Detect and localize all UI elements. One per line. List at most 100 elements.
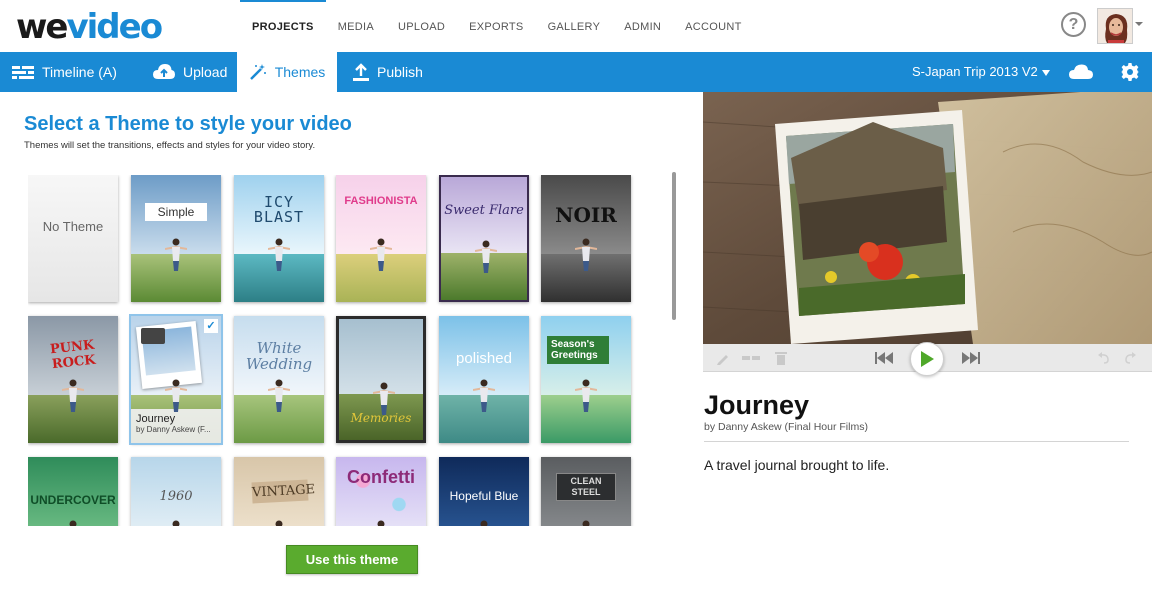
figure-silhouette-icon: [377, 520, 385, 526]
figure-silhouette-icon: [370, 238, 392, 271]
theme-tile-vintage[interactable]: VINTAGE: [234, 457, 324, 526]
figure-silhouette-icon: [575, 379, 597, 412]
theme-tile-journey[interactable]: ✓ Journey by Danny Askew (F...: [129, 314, 223, 445]
project-title: S-Japan Trip 2013 V2: [912, 64, 1038, 79]
theme-tile-hopeful-blue[interactable]: Hopeful Blue: [439, 457, 529, 526]
themes-heading: Select a Theme to style your video: [24, 113, 352, 135]
timeline-icon: [12, 66, 34, 79]
theme-label: VINTAGE: [251, 479, 315, 504]
theme-label: CLEAN STEEL: [556, 473, 616, 501]
nav-media[interactable]: MEDIA: [326, 0, 386, 52]
figure-silhouette-icon: [275, 520, 283, 526]
theme-tile-clean-steel[interactable]: CLEAN STEEL: [541, 457, 631, 526]
figure-silhouette-icon: [475, 240, 497, 273]
themes-tab[interactable]: Themes: [237, 52, 337, 92]
play-button[interactable]: [910, 342, 944, 376]
undo-icon[interactable]: [1095, 344, 1113, 372]
figure-silhouette-icon: [473, 379, 495, 412]
chevron-down-icon: [1041, 69, 1050, 76]
themes-subheading: Themes will set the transitions, effects…: [24, 140, 316, 151]
figure-silhouette-icon: [69, 520, 77, 526]
publish-upload-icon: [353, 63, 369, 81]
nav-projects[interactable]: PROJECTS: [240, 0, 326, 52]
selected-theme-title: Journey: [704, 390, 810, 420]
theme-label: Sweet Flare: [444, 203, 524, 218]
theme-label: ICY BLAST: [253, 193, 305, 226]
theme-tile-noir[interactable]: NOIR: [541, 175, 631, 302]
nav-account[interactable]: ACCOUNT: [673, 0, 754, 52]
theme-label: 1960: [159, 489, 193, 504]
player-controls: [703, 342, 1152, 376]
selected-theme-author: by Danny Askew (Final Hour Films): [704, 421, 868, 433]
split-icon[interactable]: [741, 344, 761, 372]
upload-tab[interactable]: Upload: [153, 52, 227, 92]
theme-tile-punk-rock[interactable]: PUNK ROCK: [28, 316, 118, 443]
publish-label: Publish: [377, 64, 423, 80]
theme-label: Confetti: [347, 467, 415, 487]
upload-label: Upload: [183, 64, 228, 80]
figure-silhouette-icon: [575, 238, 597, 271]
theme-tile-fashionista[interactable]: FASHIONISTA: [336, 175, 426, 302]
publish-tab[interactable]: Publish: [353, 52, 423, 92]
figure-silhouette-icon: [62, 379, 84, 412]
figure-silhouette-icon: [582, 520, 590, 526]
avatar-menu-caret-icon[interactable]: [1135, 22, 1143, 26]
theme-label: Hopeful Blue: [449, 489, 519, 503]
figure-silhouette-icon: [268, 238, 290, 271]
avatar[interactable]: [1097, 8, 1133, 44]
theme-label: polished: [456, 350, 512, 367]
preview-frame-image: [703, 92, 1152, 344]
timeline-tab[interactable]: Timeline (A): [12, 52, 117, 92]
edit-icon[interactable]: [713, 344, 733, 372]
nav-gallery[interactable]: GALLERY: [536, 0, 613, 52]
theme-tile-simple[interactable]: Simple: [131, 175, 221, 302]
play-icon: [921, 351, 934, 367]
theme-label: Season's Greetings: [547, 336, 609, 364]
theme-label: UNDERCOVER: [30, 493, 116, 507]
theme-label: Simple: [145, 203, 207, 221]
figure-silhouette-icon: [172, 520, 180, 526]
theme-tile-seasons-greetings[interactable]: Season's Greetings: [541, 316, 631, 443]
theme-tile-white-wedding[interactable]: White Wedding: [234, 316, 324, 443]
theme-label: Journey: [136, 413, 176, 425]
main-nav: PROJECTS MEDIA UPLOAD EXPORTS GALLERY AD…: [240, 0, 754, 52]
redo-icon[interactable]: [1121, 344, 1139, 372]
theme-grid: No Theme Simple ICY BLAST FASHIONISTA Sw…: [28, 175, 638, 526]
theme-preview-video[interactable]: [703, 92, 1152, 344]
wevideo-logo[interactable]: wevideo: [16, 7, 163, 47]
use-this-theme-button[interactable]: Use this theme: [286, 545, 418, 574]
selected-theme-info: Journey by Danny Askew (F...: [131, 409, 221, 443]
nav-upload[interactable]: UPLOAD: [386, 0, 457, 52]
magic-wand-icon: [249, 64, 266, 80]
theme-tile-no-theme[interactable]: No Theme: [28, 175, 118, 302]
figure-silhouette-icon: [165, 379, 187, 412]
theme-tile-polished[interactable]: polished: [439, 316, 529, 443]
theme-author: by Danny Askew (F...: [136, 425, 211, 434]
gear-icon[interactable]: [1121, 63, 1139, 81]
nav-admin[interactable]: ADMIN: [612, 0, 673, 52]
theme-tile-memories[interactable]: Memories: [336, 316, 426, 443]
project-title-dropdown[interactable]: S-Japan Trip 2013 V2: [912, 52, 1050, 92]
theme-grid-scrollbar[interactable]: [672, 172, 676, 320]
theme-tile-undercover[interactable]: UNDERCOVER: [28, 457, 118, 526]
nav-exports[interactable]: EXPORTS: [457, 0, 535, 52]
skip-back-icon[interactable]: [873, 344, 895, 372]
themes-label: Themes: [274, 64, 326, 80]
timeline-label: Timeline (A): [42, 64, 117, 80]
theme-tile-icy-blast[interactable]: ICY BLAST: [234, 175, 324, 302]
help-icon[interactable]: ?: [1061, 12, 1086, 37]
editor-toolbar: Timeline (A) Upload Themes Publish S-Jap…: [0, 52, 1152, 92]
theme-tile-confetti[interactable]: Confetti: [336, 457, 426, 526]
cloud-icon[interactable]: [1069, 64, 1093, 80]
skip-forward-icon[interactable]: [960, 344, 982, 372]
trash-icon[interactable]: [771, 344, 791, 372]
theme-tile-sweet-flare[interactable]: Sweet Flare: [439, 175, 529, 302]
camera-icon: [141, 328, 165, 344]
theme-tile-1960[interactable]: 1960: [131, 457, 221, 526]
cloud-upload-icon: [153, 64, 175, 79]
theme-label: White Wedding: [245, 339, 313, 373]
theme-label: No Theme: [42, 219, 104, 234]
theme-label: Memories: [350, 411, 412, 425]
avatar-portrait-icon: [1098, 9, 1132, 43]
selected-theme-description: A travel journal brought to life.: [704, 457, 890, 473]
